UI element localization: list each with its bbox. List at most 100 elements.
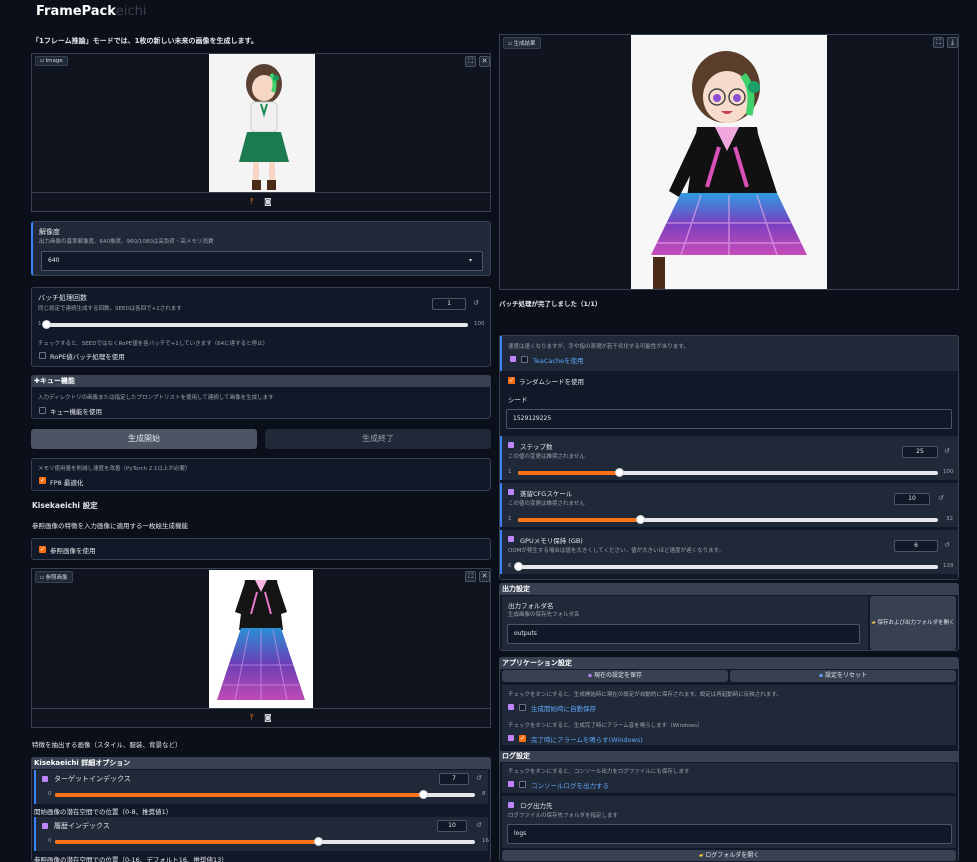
history-index-min: 0 [48, 838, 52, 844]
fullscreen-icon[interactable]: ⛶ [465, 571, 476, 582]
output-panel: 出力設定 出力フォルダ名 生成画像の保存先フォルダ名 outputs ▰ 保存お… [499, 583, 959, 651]
history-index-label: 履歴インデックス [54, 822, 110, 830]
resolution-panel: 解像度 出力画像の基準解像度。640推奨。960/1080は高負荷・高メモリ消費… [31, 221, 491, 276]
cfg-input[interactable]: 10 [894, 493, 930, 505]
reset-icon[interactable]: ↺ [944, 447, 950, 455]
cfg-max: 32 [946, 516, 953, 522]
bookmark-icon [510, 356, 516, 362]
reset-settings-button[interactable]: ▪ 設定をリセット [730, 670, 956, 682]
input-image-panel[interactable]: ▫ Image ⛶ ✕ ⤒ ◙ [31, 53, 491, 212]
gpu-slider[interactable] [514, 562, 938, 571]
result-tag: ▫ 生成結果 [503, 37, 541, 49]
log-dir-desc: ログファイルの保存先フォルダを指定します [508, 813, 619, 819]
use-ref-panel: ✓ 参照画像を使用 [31, 538, 491, 560]
random-seed-checkbox[interactable]: ✓ [508, 377, 515, 384]
alarm-checkbox[interactable]: ✓ [519, 735, 526, 742]
target-index-max: 8 [482, 791, 486, 797]
console-log-checkbox[interactable] [519, 781, 526, 788]
ref-image [209, 570, 313, 708]
slider-handle[interactable] [635, 515, 645, 524]
params-panel: 速度は速くなりますが、手や指の表現が若干劣化する可能性があります。 TeaCac… [499, 335, 959, 580]
save-settings-button[interactable]: ▪ 現在の設定を保存 [502, 670, 728, 682]
rope-checkbox[interactable] [39, 352, 46, 359]
folder-icon: ▰ [698, 852, 704, 859]
teacache-checkbox[interactable] [521, 356, 528, 363]
steps-slider[interactable] [518, 468, 938, 477]
close-icon[interactable]: ✕ [479, 571, 490, 582]
reset-icon[interactable]: ↺ [938, 494, 944, 502]
output-folder-block: 出力フォルダ名 生成画像の保存先フォルダ名 outputs [502, 596, 868, 650]
output-folder-label: 出力フォルダ名 [508, 602, 554, 610]
gpu-max: 128 [943, 563, 954, 569]
steps-desc: この値の変更は推奨されません [508, 454, 585, 460]
reset-icon[interactable]: ↺ [944, 541, 950, 549]
batch-done-msg: バッチ処理が完了しました（1/1） [499, 300, 602, 308]
use-ref-checkbox[interactable]: ✓ [39, 546, 46, 553]
queue-checkbox[interactable] [39, 407, 46, 414]
gpu-input[interactable]: 6 [894, 540, 938, 552]
webcam-icon[interactable]: ◙ [264, 713, 272, 722]
reset-icon[interactable]: ↺ [476, 821, 482, 829]
cfg-min: 1 [508, 516, 512, 522]
history-index-slider[interactable] [55, 837, 475, 846]
upload-icon[interactable]: ⤒ [250, 713, 254, 723]
log-dir-block: ログ出力先 ログファイルの保存先フォルダを指定します logs [502, 796, 956, 848]
cfg-slider[interactable] [518, 515, 938, 524]
resolution-dropdown[interactable]: 640 ▾ [41, 251, 483, 271]
close-icon[interactable]: ✕ [479, 56, 490, 67]
slider-handle[interactable] [418, 790, 428, 799]
seed-label: シード [508, 396, 528, 404]
detail-header: Kisekaeichi 詳細オプション [32, 758, 490, 769]
open-folder-button[interactable]: ▰ 保存および出力フォルダを開く [870, 596, 956, 650]
kisekae-desc: 参照画像の特徴を入力画像に適用する一枚絵生成機能 [32, 522, 188, 530]
target-index-slider[interactable] [55, 790, 475, 799]
console-log-block: チェックをオンにすると、コンソール出力をログファイルにも保存します コンソールロ… [502, 763, 956, 793]
start-button[interactable]: 生成開始 [31, 429, 257, 449]
resolution-label: 解像度 [39, 228, 60, 236]
gpu-block: GPUメモリ保持 (GB) OOMが発生する場合は値を大きくしてください。値が大… [500, 530, 958, 574]
output-folder-input[interactable]: outputs [507, 624, 860, 644]
app-title: FramePackeichi [36, 4, 147, 19]
open-log-button[interactable]: ▰ ログフォルダを開く [502, 850, 956, 861]
kisekae-title: Kisekaeichi 設定 [32, 501, 98, 510]
slider-handle[interactable] [313, 837, 323, 846]
log-dir-label: ログ出力先 [520, 802, 553, 810]
fp8-checkbox[interactable]: ✓ [39, 477, 46, 484]
alarm-label: 完了時にアラームを鳴らす(Windows) [531, 736, 643, 744]
slider-handle[interactable] [614, 468, 624, 477]
queue-header: ✚キュー機能 [32, 376, 490, 387]
teacache-note: 速度は速くなりますが、手や指の表現が若干劣化する可能性があります。 [508, 344, 689, 350]
fullscreen-icon[interactable]: ⛶ [465, 56, 476, 67]
app-settings-panel: アプリケーション設定 ▪ 現在の設定を保存 ▪ 設定をリセット チェックをオンに… [499, 657, 959, 862]
mode-note: 「1フレーム推論」モードでは、1枚の新しい未来の画像を生成します。 [32, 37, 258, 45]
webcam-icon[interactable]: ◙ [264, 197, 272, 206]
log-dir-input[interactable]: logs [507, 824, 952, 844]
result-image [631, 35, 827, 289]
upload-icon[interactable]: ⤒ [250, 197, 254, 207]
ref-image-panel[interactable]: ▫ 参照画像 ⛶ ✕ ⤒ ◙ [31, 568, 491, 728]
bookmark-icon [508, 442, 514, 448]
autosave-checkbox[interactable] [519, 704, 526, 711]
rope-label: RoPE値バッチ処理を使用 [50, 353, 125, 361]
slider-handle[interactable] [514, 562, 523, 571]
batch-count-input[interactable]: 1 [432, 298, 466, 310]
cfg-desc: この値の変更は推奨されません [508, 501, 585, 507]
fullscreen-icon[interactable]: ⛶ [933, 37, 944, 48]
seed-input[interactable]: 1529129225 [506, 409, 952, 429]
image-tag: ▫ Image [35, 56, 68, 66]
stop-button[interactable]: 生成終了 [265, 429, 491, 449]
steps-input[interactable]: 25 [902, 446, 938, 458]
reset-settings-icon: ▪ [818, 672, 824, 679]
reset-icon[interactable]: ↺ [476, 774, 482, 782]
alarm-note: チェックをオンにすると、生成完了時にアラーム音を鳴らします（Windows） [508, 723, 703, 729]
download-icon[interactable]: ⤓ [947, 37, 958, 48]
reset-icon[interactable]: ↺ [473, 299, 479, 307]
batch-slider[interactable] [42, 320, 468, 329]
slider-handle[interactable] [42, 320, 51, 329]
autosave-label: 生成開始時に自動保存 [531, 705, 596, 713]
history-index-input[interactable]: 10 [437, 820, 467, 832]
teacache-label: TeaCacheを使用 [533, 357, 584, 365]
steps-min: 1 [508, 469, 512, 475]
bookmark-icon [508, 536, 514, 542]
target-index-input[interactable]: 7 [439, 773, 469, 785]
